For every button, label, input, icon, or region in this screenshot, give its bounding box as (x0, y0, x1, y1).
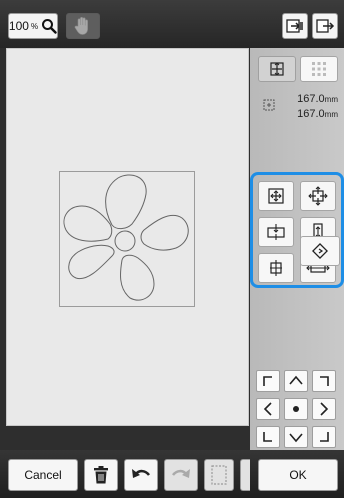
tab-multi-pattern[interactable] (300, 56, 338, 82)
design-canvas[interactable] (6, 48, 249, 426)
move-up-button[interactable] (284, 370, 308, 392)
move-horizontal-center-button[interactable] (258, 217, 294, 247)
size-width-unit: mm (324, 95, 338, 104)
design-bounding-box[interactable] (59, 171, 195, 307)
rotate-icon (310, 241, 330, 261)
zoom-button[interactable]: 100% (8, 13, 58, 39)
size-width: 167.0mm (297, 93, 338, 105)
single-pattern-icon (268, 60, 286, 78)
move-left-button[interactable] (256, 398, 280, 420)
move-all-directions-icon (308, 186, 328, 206)
embroidery-edit-screen: 100% 167.0mm 167.0mm Cancel OK (0, 0, 344, 498)
multi-pattern-icon (310, 60, 328, 78)
zoom-unit: % (30, 21, 39, 31)
move-right-edge-icon (266, 258, 286, 278)
arrow-down-icon (285, 427, 307, 447)
delete-button[interactable] (84, 459, 118, 491)
move-center-dot-button[interactable] (284, 398, 308, 420)
pattern-size-display: 167.0mm 167.0mm (250, 92, 344, 128)
ok-button[interactable]: OK (258, 459, 338, 491)
top-toolbar: 100% (0, 0, 344, 48)
arrow-left-icon (257, 399, 279, 419)
corner-top-right-icon (313, 371, 335, 391)
rotate-button[interactable] (300, 236, 340, 266)
tab-single-pattern[interactable] (258, 56, 296, 82)
magnifier-icon (41, 18, 57, 34)
move-bottom-right-button[interactable] (312, 426, 336, 448)
undo-icon (130, 466, 152, 484)
arrow-up-icon (285, 371, 307, 391)
cancel-button[interactable]: Cancel (8, 459, 78, 491)
move-center-button[interactable] (258, 181, 294, 211)
size-height-value: 167.0 (297, 108, 325, 120)
hand-pan-icon (74, 16, 92, 36)
import-button[interactable] (282, 13, 308, 39)
size-height-unit: mm (324, 110, 338, 119)
move-down-button[interactable] (284, 426, 308, 448)
trash-icon (93, 465, 109, 485)
select-area-button[interactable] (204, 459, 234, 491)
center-dot-icon (285, 399, 307, 419)
move-right-edge-button[interactable] (258, 253, 294, 283)
corner-top-left-icon (257, 371, 279, 391)
arrow-right-icon (313, 399, 335, 419)
move-top-right-button[interactable] (312, 370, 336, 392)
flower-design (63, 174, 189, 301)
redo-button[interactable] (164, 459, 198, 491)
import-icon (285, 18, 305, 34)
dashed-selection-icon (210, 464, 228, 486)
move-horizontal-center-icon (265, 222, 287, 242)
move-tools-group (250, 172, 344, 288)
more-tools-button[interactable] (240, 459, 250, 491)
size-icon (262, 98, 276, 112)
export-button[interactable] (312, 13, 338, 39)
move-bottom-left-button[interactable] (256, 426, 280, 448)
move-center-icon (266, 186, 286, 206)
corner-bottom-right-icon (313, 427, 335, 447)
move-all-button[interactable] (300, 181, 336, 211)
zoom-value: 100 (8, 19, 29, 33)
export-icon (315, 18, 335, 34)
move-right-button[interactable] (312, 398, 336, 420)
size-height: 167.0mm (297, 108, 338, 120)
undo-button[interactable] (124, 459, 158, 491)
tool-panel: 167.0mm 167.0mm (250, 48, 344, 450)
size-width-value: 167.0 (297, 93, 325, 105)
bottom-toolbar: Cancel OK (0, 450, 344, 498)
hand-pan-button[interactable] (66, 13, 100, 39)
redo-icon (170, 466, 192, 484)
corner-bottom-left-icon (257, 427, 279, 447)
move-top-left-button[interactable] (256, 370, 280, 392)
